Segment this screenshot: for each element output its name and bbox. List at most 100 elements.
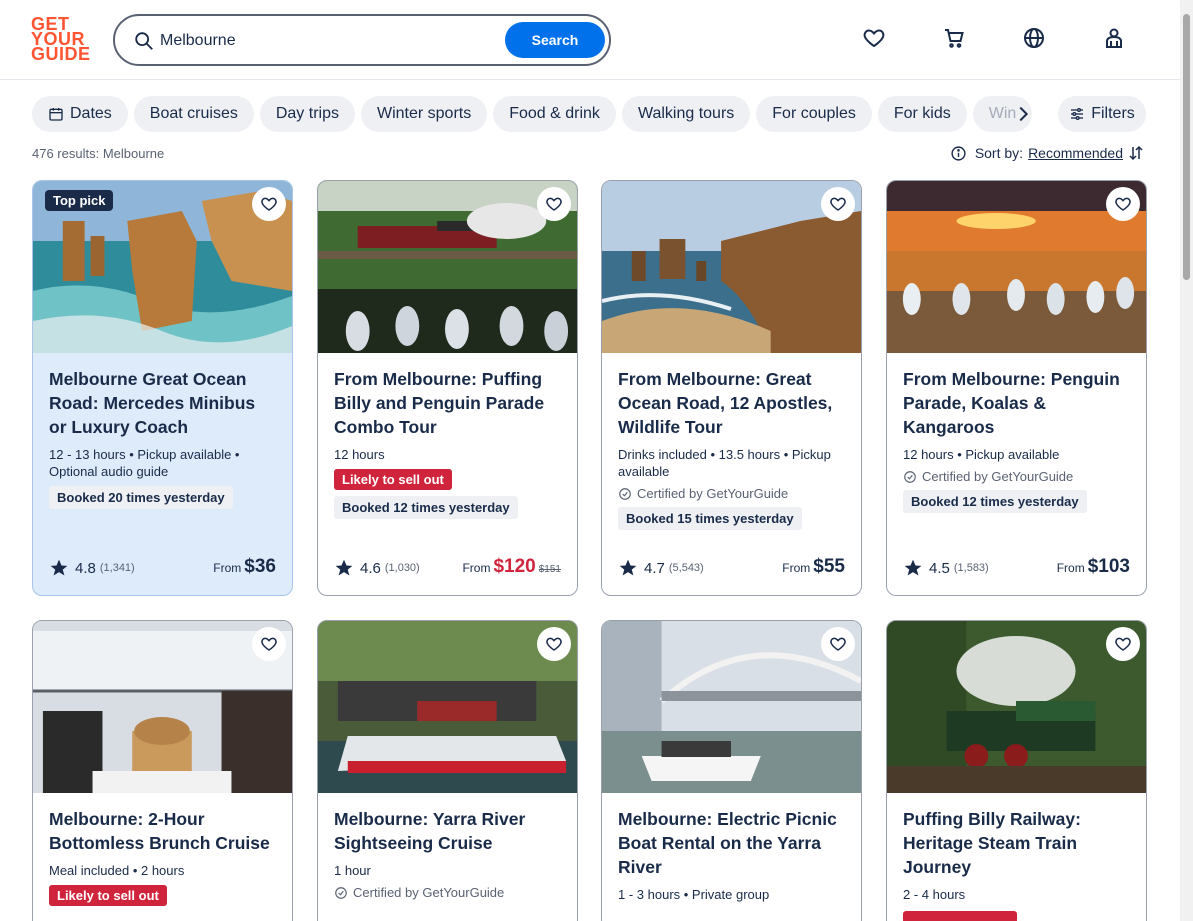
top-pick-badge: Top pick [45,190,114,211]
certified-label: Certified by GetYourGuide [903,469,1130,484]
review-count: (1,030) [384,562,420,574]
review-count: (5,543) [668,562,704,574]
rating: 4.7 (5,543) [618,558,704,578]
wishlist-button[interactable] [252,627,286,661]
price-prefix: From [1056,561,1085,575]
card-image[interactable] [887,621,1146,793]
wishlist-button[interactable] [821,627,855,661]
wishlist-button[interactable] [1106,187,1140,221]
activity-card[interactable]: From Melbourne: Penguin Parade, Koalas &… [886,180,1147,596]
card-title[interactable]: Puffing Billy Railway: Heritage Steam Tr… [903,807,1130,879]
activity-card[interactable]: Melbourne: Yarra River Sightseeing Cruis… [317,620,578,921]
rating: 4.8 (1,341) [49,558,135,578]
search-bar: Search [113,14,611,66]
chip-for-kids[interactable]: For kids [877,96,967,132]
activity-card[interactable]: Top pick Melbourne Great Ocean Road: Mer… [32,180,293,596]
activity-card[interactable]: Melbourne: 2-Hour Bottomless Brunch Crui… [32,620,293,921]
wishlist-button[interactable] [1106,627,1140,661]
chip-winter-sports[interactable]: Winter sports [360,96,488,132]
card-title[interactable]: Melbourne: Yarra River Sightseeing Cruis… [334,807,561,855]
sort-control[interactable]: Sort by: Recommended [950,144,1145,162]
card-body: From Melbourne: Puffing Billy and Pengui… [318,353,577,595]
heart-icon[interactable] [862,26,886,50]
card-body: Melbourne: Yarra River Sightseeing Cruis… [318,793,577,900]
chip-food-drink[interactable]: Food & drink [493,96,616,132]
wishlist-button[interactable] [537,627,571,661]
card-meta: 12 - 13 hours • Pickup available • Optio… [49,447,240,479]
card-body: Melbourne: 2-Hour Bottomless Brunch Crui… [33,793,292,906]
wishlist-button[interactable] [537,187,571,221]
activity-card[interactable]: Melbourne: Electric Picnic Boat Rental o… [601,620,862,921]
globe-icon[interactable] [1022,26,1046,50]
chip-for-couples[interactable]: For couples [756,96,872,132]
info-icon[interactable] [950,145,967,162]
scrollbar-thumb[interactable] [1183,14,1190,280]
wishlist-button[interactable] [821,187,855,221]
page-scrollbar[interactable] [1180,0,1193,921]
card-image[interactable] [33,621,292,793]
card-body: Puffing Billy Railway: Heritage Steam Tr… [887,793,1146,921]
rating-value: 4.6 [360,559,381,577]
sell-out-badge-partial [903,911,1017,921]
card-title[interactable]: Melbourne Great Ocean Road: Mercedes Min… [49,367,276,439]
search-input[interactable] [160,28,500,54]
card-meta: 1 - 3 hours • Private group [618,887,770,902]
heart-icon [1115,637,1131,651]
chip-day-trips[interactable]: Day trips [259,96,355,132]
card-body: From Melbourne: Penguin Parade, Koalas &… [887,353,1146,595]
certified-badge-icon [619,487,631,500]
card-meta: 2 - 4 hours [903,887,966,902]
price: From $103 [1057,556,1130,578]
search-icon [135,32,153,50]
booked-badge: Booked 15 times yesterday [618,507,802,530]
certified-text: Certified by GetYourGuide [637,486,789,501]
chip-walking-tours[interactable]: Walking tours [621,96,751,132]
chevron-right-icon[interactable] [1012,103,1034,125]
search-button[interactable]: Search [505,22,605,58]
activity-card[interactable]: Puffing Billy Railway: Heritage Steam Tr… [886,620,1147,921]
rating-value: 4.7 [644,559,665,577]
chip-dates[interactable]: Dates [32,96,128,132]
filters-label: Filters [1091,105,1135,122]
review-count: (1,341) [99,562,135,574]
sort-value[interactable]: Recommended [1028,145,1123,161]
certified-badge-icon [335,886,347,899]
cart-icon[interactable] [942,26,966,50]
sort-arrows-icon [1129,145,1143,161]
rating: 4.6 (1,030) [334,558,420,578]
sell-out-badge: Likely to sell out [334,469,452,490]
card-body: Melbourne: Electric Picnic Boat Rental o… [602,793,861,903]
card-title[interactable]: From Melbourne: Penguin Parade, Koalas &… [903,367,1130,439]
card-title[interactable]: From Melbourne: Great Ocean Road, 12 Apo… [618,367,845,439]
card-image[interactable] [318,621,577,793]
certified-label: Certified by GetYourGuide [334,885,561,900]
getyourguide-logo[interactable]: GET YOUR GUIDE [31,15,91,63]
rating-value: 4.5 [929,559,950,577]
card-meta: Drinks included • 13.5 hours • Pickup av… [618,447,831,479]
card-title[interactable]: Melbourne: 2-Hour Bottomless Brunch Crui… [49,807,276,855]
price: From $55 [782,556,845,578]
results-count: 476 results: Melbourne [32,146,165,161]
booked-badge: Booked 12 times yesterday [334,496,518,519]
card-title[interactable]: From Melbourne: Puffing Billy and Pengui… [334,367,561,439]
sort-label: Sort by: [974,145,1024,161]
card-title[interactable]: Melbourne: Electric Picnic Boat Rental o… [618,807,845,879]
activity-card[interactable]: From Melbourne: Puffing Billy and Pengui… [317,180,578,596]
card-image[interactable] [602,621,861,793]
card-image[interactable] [318,181,577,353]
price-prefix: From [782,561,811,575]
activity-card[interactable]: From Melbourne: Great Ocean Road, 12 Apo… [601,180,862,596]
card-image[interactable] [602,181,861,353]
booked-badge: Booked 20 times yesterday [49,486,233,509]
heart-icon [830,637,846,651]
card-meta: Meal included • 2 hours [49,863,185,878]
chip-boat-cruises[interactable]: Boat cruises [133,96,254,132]
filters-button[interactable]: Filters [1058,96,1146,132]
rating-value: 4.8 [75,559,96,577]
profile-icon[interactable] [1102,26,1126,50]
sliders-icon [1071,108,1084,120]
top-header: GET YOUR GUIDE Search [0,0,1180,80]
card-image[interactable] [887,181,1146,353]
card-image[interactable]: Top pick [33,181,292,353]
wishlist-button[interactable] [252,187,286,221]
